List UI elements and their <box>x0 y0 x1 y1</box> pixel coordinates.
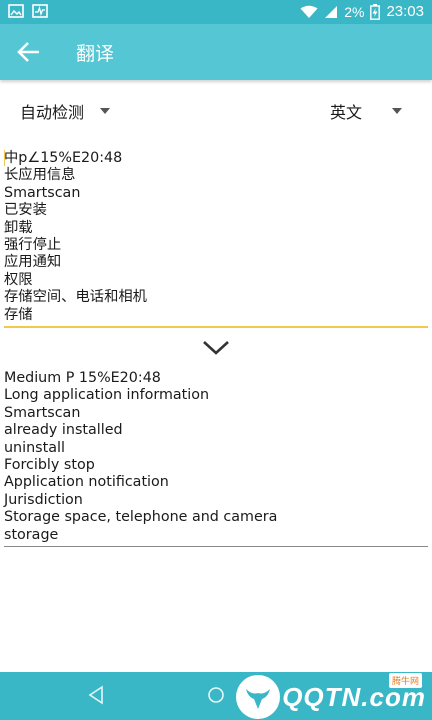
translation-line: Application notification <box>4 474 169 491</box>
pulse-notification-icon <box>32 4 48 18</box>
translation-line: Jurisdiction <box>4 491 83 508</box>
translation-line: already installed <box>4 422 123 439</box>
nav-home-button[interactable] <box>205 684 227 710</box>
dropdown-arrow-icon <box>392 108 403 114</box>
app-bar: 翻译 <box>0 24 432 80</box>
translation-line: Forcibly stop <box>4 457 95 474</box>
source-line: Smartscan <box>4 184 81 201</box>
dropdown-arrow-icon <box>100 108 111 114</box>
language-row: 自动检测 英文 <box>0 80 432 136</box>
source-line: 存储空间、电话和相机 <box>4 289 147 306</box>
source-line: 中p∠15%E20:48 <box>4 150 123 166</box>
chevron-down-icon <box>203 341 229 355</box>
watermark-logo: QQTN.com 腾牛网 <box>236 673 426 719</box>
source-line: 存储 <box>4 306 33 323</box>
source-line: 强行停止 <box>4 237 62 254</box>
source-language-label: 自动检测 <box>20 103 85 122</box>
translate-toggle-button[interactable] <box>200 336 232 358</box>
triangle-back-icon <box>88 685 103 705</box>
translation-line: Long application information <box>4 387 210 404</box>
source-language-dropdown[interactable]: 自动检测 <box>20 99 111 123</box>
source-text-input[interactable]: 中p∠15%E20:48 长应用信息 Smartscan 已安装 卸载 强行停止… <box>4 150 428 324</box>
translation-line: Storage space, telephone and camera <box>4 509 278 526</box>
battery-percent: 2% <box>344 3 365 20</box>
translation-line: storage <box>4 526 59 543</box>
battery-charging-icon <box>370 3 381 20</box>
translation-line: Smartscan <box>4 404 81 421</box>
text-cursor <box>4 150 5 166</box>
translation-line: Medium P 15%E20:48 <box>4 370 161 386</box>
target-language-label: 英文 <box>330 103 363 122</box>
source-line: 权限 <box>4 271 33 288</box>
circle-home-icon <box>208 687 224 703</box>
source-line: 已安装 <box>4 202 47 219</box>
status-bar: 2% 23:03 <box>0 0 432 24</box>
back-button[interactable] <box>14 38 44 66</box>
clock: 23:03 <box>386 3 424 20</box>
target-language-dropdown[interactable]: 英文 <box>330 99 403 123</box>
bull-logo-icon <box>246 689 271 709</box>
watermark-tag: 腾牛网 <box>388 673 422 688</box>
source-input-underline <box>4 326 428 328</box>
translation-output[interactable]: Medium P 15%E20:48 Long application info… <box>4 370 428 544</box>
wifi-icon <box>300 5 318 18</box>
source-line: 卸载 <box>4 219 33 236</box>
cell-signal-icon <box>325 5 338 18</box>
source-line: 应用通知 <box>4 254 62 271</box>
translation-line: uninstall <box>4 439 65 456</box>
translation-underline <box>4 546 428 547</box>
watermark-circle <box>236 675 281 719</box>
source-line: 长应用信息 <box>4 167 76 184</box>
image-notification-icon <box>8 4 24 18</box>
page-title: 翻译 <box>76 43 115 65</box>
nav-back-button[interactable] <box>86 684 106 710</box>
arrow-left-icon <box>17 42 39 62</box>
